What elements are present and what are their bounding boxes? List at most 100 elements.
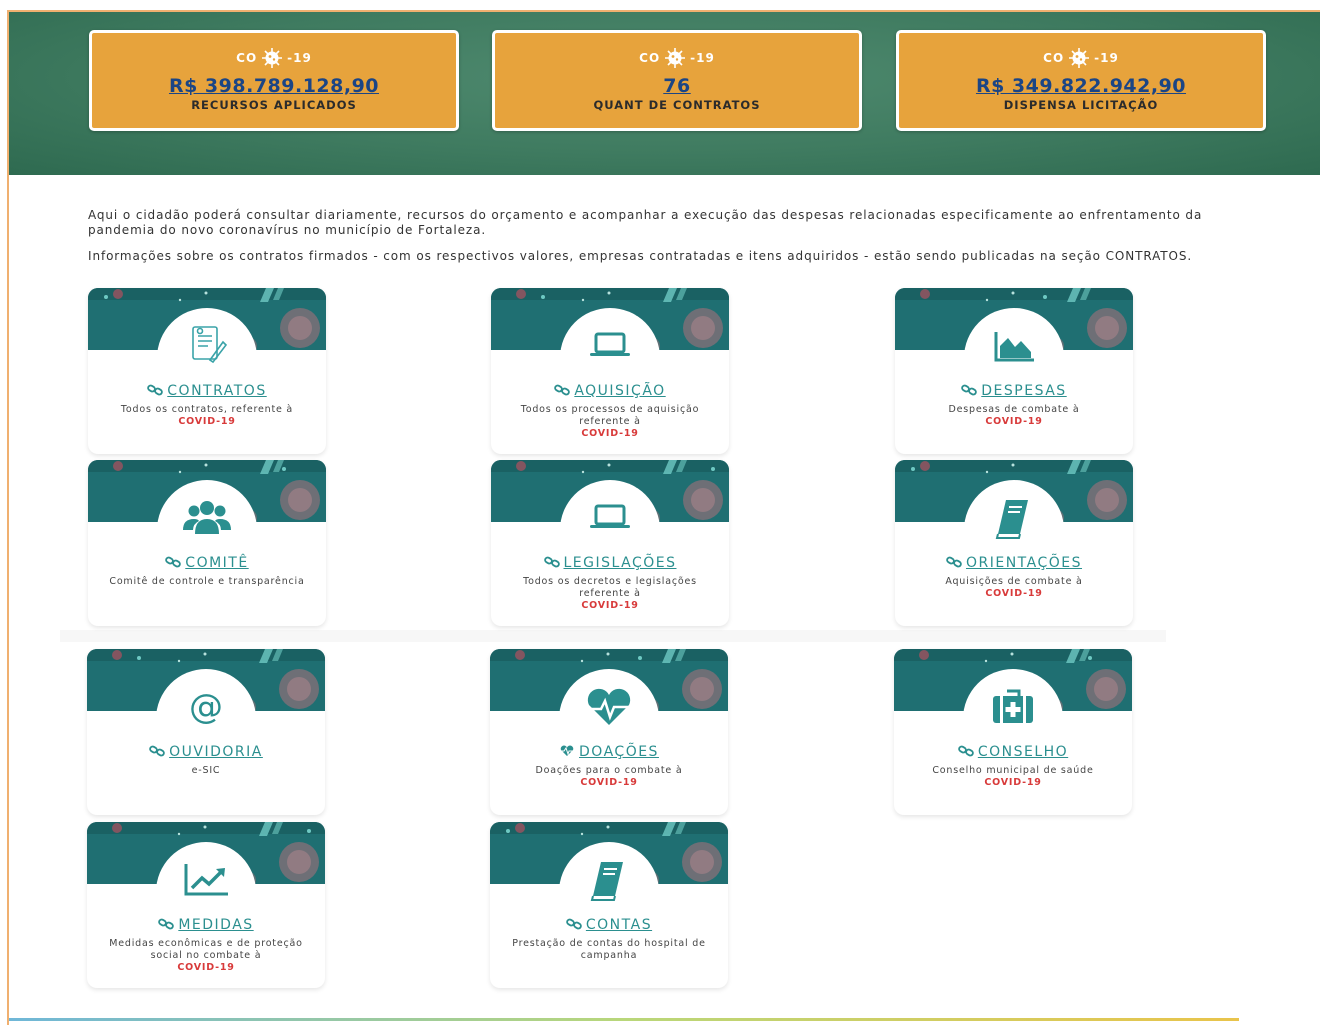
card-description: Despesas de combate à COVID-19: [907, 404, 1121, 428]
card-title-text: ORIENTAÇÕES: [965, 555, 1083, 571]
card-title-text: CONTAS: [585, 917, 653, 933]
link-icon: [958, 745, 974, 757]
card-title-link[interactable]: DESPESAS: [895, 383, 1133, 399]
stat-value-link[interactable]: 76: [495, 75, 859, 97]
card-title-text: CONTRATOS: [167, 383, 267, 399]
card-description: Comitê de controle e transparência: [100, 576, 314, 588]
covid-logo-suffix: -19: [287, 51, 312, 65]
card-title-link[interactable]: CONTRATOS: [88, 383, 326, 399]
area-chart-icon: [994, 332, 1034, 362]
heartbeat-icon: [587, 688, 631, 725]
laptop-icon: [590, 504, 630, 528]
virus-icon: [665, 48, 686, 68]
covid-19-logo: CO -19: [899, 47, 1263, 69]
card-conselho[interactable]: CONSELHO Conselho municipal de saúde COV…: [894, 649, 1132, 815]
card-description: Doações para o combate à COVID-19: [502, 765, 716, 789]
stat-label: DISPENSA LICITAÇÃO: [1003, 98, 1159, 112]
stat-value-link[interactable]: R$ 349.822.942,90: [899, 75, 1263, 97]
at-icon: @: [189, 687, 223, 727]
card-ouvidoria[interactable]: @ OUVIDORIA e-SIC: [87, 649, 325, 815]
stat-label: QUANT DE CONTRATOS: [593, 98, 761, 112]
card-description-text: Todos os decretos e legislações referent…: [523, 576, 697, 599]
card-description-text: Doações para o combate à: [535, 765, 683, 776]
card-title-link[interactable]: OUVIDORIA: [87, 744, 325, 760]
intro-paragraph-1: Aqui o cidadão poderá consultar diariame…: [88, 208, 1203, 237]
card-title-text: COMITÊ: [185, 555, 249, 571]
covid-logo-suffix: -19: [1094, 51, 1119, 65]
svg-text:@: @: [189, 687, 223, 727]
intro-paragraph-2: Informações sobre os contratos firmados …: [88, 249, 1193, 263]
card-description: Conselho municipal de saúde COVID-19: [906, 765, 1120, 789]
card-description: Todos os decretos e legislações referent…: [503, 576, 717, 612]
covid-highlight: COVID-19: [178, 416, 236, 427]
card-description-text: Aquisições de combate à: [945, 576, 1083, 587]
card-title-text: MEDIDAS: [178, 917, 254, 933]
link-icon: [147, 384, 164, 396]
covid-logo-prefix: CO: [1043, 51, 1065, 65]
stat-label: RECURSOS APLICADOS: [191, 98, 357, 112]
stat-card: CO -19 R$ 349.822.942,90 DISPENSA LICITA…: [896, 30, 1266, 131]
book-icon: [590, 862, 623, 901]
card-title-link[interactable]: LEGISLAÇÕES: [491, 555, 729, 571]
card-despesas[interactable]: DESPESAS Despesas de combate à COVID-19: [895, 288, 1133, 454]
card-doacoes[interactable]: DOAÇÕES Doações para o combate à COVID-1…: [490, 649, 728, 815]
card-description: e-SIC: [99, 765, 313, 777]
card-description-text: Conselho municipal de saúde: [932, 765, 1094, 776]
covid-highlight: COVID-19: [984, 777, 1042, 788]
stat-value-link[interactable]: R$ 398.789.128,90: [92, 75, 456, 97]
covid-19-logo: CO -19: [92, 47, 456, 69]
link-icon: [543, 556, 560, 568]
card-description: Medidas econômicas e de proteção social …: [99, 938, 313, 974]
card-contas[interactable]: CONTAS Prestação de contas do hospital d…: [490, 822, 728, 988]
card-title-link[interactable]: CONTAS: [490, 917, 728, 933]
card-description-text: Medidas econômicas e de proteção social …: [109, 938, 303, 961]
card-comite[interactable]: COMITÊ Comitê de controle e transparênci…: [88, 460, 326, 626]
card-title-link[interactable]: ORIENTAÇÕES: [895, 555, 1133, 571]
covid-highlight: COVID-19: [581, 600, 639, 611]
link-icon: [554, 384, 571, 396]
card-description: Prestação de contas do hospital de campa…: [502, 938, 716, 962]
covid-highlight: COVID-19: [580, 777, 638, 788]
card-title-link[interactable]: AQUISIÇÃO: [491, 383, 729, 399]
medkit-icon: [993, 689, 1033, 723]
card-description-text: Todos os contratos, referente à: [120, 404, 294, 415]
card-title-text: OUVIDORIA: [169, 744, 263, 760]
card-description-text: e-SIC: [191, 765, 221, 776]
link-icon: [165, 556, 182, 568]
virus-icon: [262, 48, 283, 68]
card-description-text: Comitê de controle e transparência: [109, 576, 305, 587]
covid-highlight: COVID-19: [581, 428, 639, 439]
card-title-link[interactable]: COMITÊ: [88, 555, 326, 571]
link-icon: [158, 918, 175, 930]
card-title-link[interactable]: DOAÇÕES: [490, 744, 728, 760]
covid-highlight: COVID-19: [985, 588, 1043, 599]
link-icon: [961, 384, 978, 396]
card-medidas[interactable]: MEDIDAS Medidas econômicas e de proteção…: [87, 822, 325, 988]
heart-icon: [560, 745, 575, 756]
book-icon: [995, 500, 1028, 539]
covid-logo-prefix: CO: [236, 51, 258, 65]
card-title-text: DESPESAS: [981, 383, 1067, 399]
covid-logo-prefix: CO: [639, 51, 661, 65]
card-title-link[interactable]: MEDIDAS: [87, 917, 325, 933]
card-orientacoes[interactable]: ORIENTAÇÕES Aquisições de combate à COVI…: [895, 460, 1133, 626]
link-icon: [946, 556, 962, 568]
card-title-text: LEGISLAÇÕES: [563, 555, 677, 571]
card-description: Todos os contratos, referente à COVID-19: [100, 404, 314, 428]
card-contratos[interactable]: CONTRATOS Todos os contratos, referente …: [88, 288, 326, 454]
link-icon: [149, 745, 165, 757]
card-title-text: DOAÇÕES: [579, 744, 659, 760]
card-description: Aquisições de combate à COVID-19: [907, 576, 1121, 600]
footer-gradient-bar: [9, 1018, 1239, 1021]
users-icon: [183, 501, 231, 534]
covid-19-logo: CO -19: [495, 47, 859, 69]
covid-logo-suffix: -19: [690, 51, 715, 65]
card-description-text: Prestação de contas do hospital de campa…: [512, 938, 706, 961]
card-aquisicao[interactable]: AQUISIÇÃO Todos os processos de aquisiçã…: [491, 288, 729, 454]
card-title-link[interactable]: CONSELHO: [894, 744, 1132, 760]
card-description-text: Despesas de combate à: [948, 404, 1080, 415]
card-description-text: Todos os processos de aquisição referent…: [520, 404, 700, 427]
covid-highlight: COVID-19: [177, 962, 235, 973]
card-legislacoes[interactable]: LEGISLAÇÕES Todos os decretos e legislaç…: [491, 460, 729, 626]
virus-icon: [1069, 48, 1090, 68]
